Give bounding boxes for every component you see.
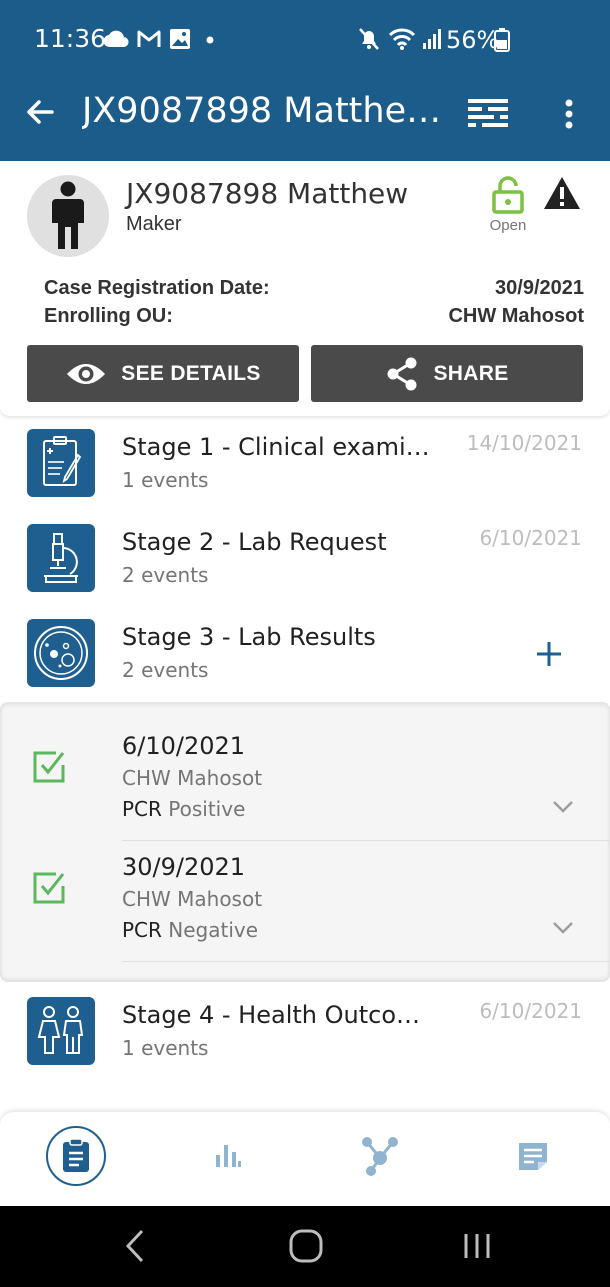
event-org-unit: CHW Mahosot [122, 766, 263, 790]
signal-icon [423, 29, 441, 49]
relationships-icon [362, 1137, 398, 1176]
notes-icon [519, 1143, 547, 1170]
share-icon [387, 357, 417, 390]
nav-relationships[interactable] [350, 1126, 410, 1186]
lock-status-label: Open [489, 217, 527, 234]
see-details-label: SEE DETAILS [121, 361, 261, 385]
dot-icon [206, 36, 214, 44]
avatar [27, 175, 109, 257]
stage-event-count: 2 events [122, 563, 209, 587]
stage-item[interactable]: Stage 2 - Lab Request 2 events 6/10/2021 [0, 524, 610, 619]
completed-check-icon [32, 750, 66, 789]
wifi-icon [388, 28, 416, 50]
stage-event-count: 1 events [122, 468, 209, 492]
stage-title: Stage 2 - Lab Request [122, 528, 387, 556]
app-bar: JX9087898 Matthew Maker [0, 66, 610, 161]
share-label: SHARE [433, 361, 509, 385]
event-item[interactable]: 30/9/2021 CHW Mahosot PCR Negative [0, 823, 610, 962]
enrolling-ou-label: Enrolling OU: [44, 305, 173, 327]
stage-event-count: 1 events [122, 1036, 209, 1060]
stage-item[interactable]: Stage 4 - Health Outcome 1 events 6/10/2… [0, 997, 610, 1092]
image-icon [170, 29, 190, 49]
patient-header-card: JX9087898 Matthew Maker Open Case Regist… [0, 161, 610, 416]
registration-date-value: 30/9/2021 [495, 277, 584, 299]
eye-icon [67, 363, 106, 384]
nav-notes[interactable] [503, 1126, 563, 1186]
system-navigation-bar [0, 1206, 610, 1287]
event-date: 6/10/2021 [122, 732, 246, 760]
completed-check-icon [32, 871, 66, 910]
clipboard-pen-icon [27, 429, 95, 497]
battery-percent: 56% [446, 26, 500, 54]
stage-item[interactable]: Stage 1 - Clinical examination 1 events … [0, 429, 610, 524]
filter-icon[interactable] [466, 96, 510, 137]
battery-icon [494, 28, 510, 52]
enrolling-ou-value: CHW Mahosot [448, 305, 584, 327]
petri-dish-icon [27, 619, 95, 687]
stage-title: Stage 4 - Health Outcome [122, 1001, 434, 1029]
open-lock-icon[interactable] [490, 176, 526, 219]
warning-icon[interactable] [542, 175, 582, 216]
chevron-down-icon[interactable] [552, 921, 574, 940]
event-item[interactable]: 6/10/2021 CHW Mahosot PCR Positive [0, 702, 610, 841]
stage-date: 14/10/2021 [466, 431, 582, 455]
chevron-down-icon[interactable] [552, 800, 574, 819]
patient-name: JX9087898 Matthew [126, 177, 409, 210]
stage-title: Stage 1 - Clinical examination [122, 433, 434, 461]
cloud-icon [103, 30, 129, 48]
stage-title: Stage 3 - Lab Results [122, 623, 376, 651]
status-time: 11:36 [34, 24, 107, 53]
analytics-icon [216, 1145, 241, 1167]
share-button[interactable]: SHARE [311, 345, 583, 402]
nav-analytics[interactable] [198, 1126, 258, 1186]
stage-date: 6/10/2021 [479, 999, 582, 1023]
event-org-unit: CHW Mahosot [122, 887, 263, 911]
stage-events-panel: 6/10/2021 CHW Mahosot PCR Positive 30/9/… [0, 702, 610, 982]
bottom-navigation [0, 1112, 610, 1206]
microscope-icon [27, 524, 95, 592]
app-bar-title: JX9087898 Matthew Maker [82, 91, 452, 131]
arrow-left-icon[interactable] [24, 96, 56, 133]
event-result: PCR Positive [122, 797, 246, 821]
events-list-icon [63, 1138, 89, 1172]
see-details-button[interactable]: SEE DETAILS [27, 345, 299, 402]
system-back-icon[interactable] [124, 1228, 146, 1269]
stage-date: 6/10/2021 [479, 526, 582, 550]
more-vert-icon[interactable] [558, 98, 580, 135]
people-icon [27, 997, 95, 1065]
stage-event-count: 2 events [122, 658, 209, 682]
add-event-plus-icon[interactable] [534, 639, 564, 674]
person-icon [52, 181, 84, 249]
status-bar: 11:36 56% [0, 0, 610, 66]
divider [122, 961, 610, 962]
system-recents-icon[interactable] [462, 1228, 492, 1269]
stage-item[interactable]: Stage 3 - Lab Results 2 events [0, 619, 610, 714]
system-home-icon[interactable] [288, 1228, 324, 1269]
gmail-icon [137, 30, 161, 47]
nav-events-list[interactable] [46, 1126, 106, 1186]
event-date: 30/9/2021 [122, 853, 246, 881]
mute-icon [359, 28, 379, 50]
notification-icons [103, 26, 221, 52]
patient-surname: Maker [126, 213, 182, 235]
registration-date-label: Case Registration Date: [44, 277, 270, 299]
event-result: PCR Negative [122, 918, 259, 942]
